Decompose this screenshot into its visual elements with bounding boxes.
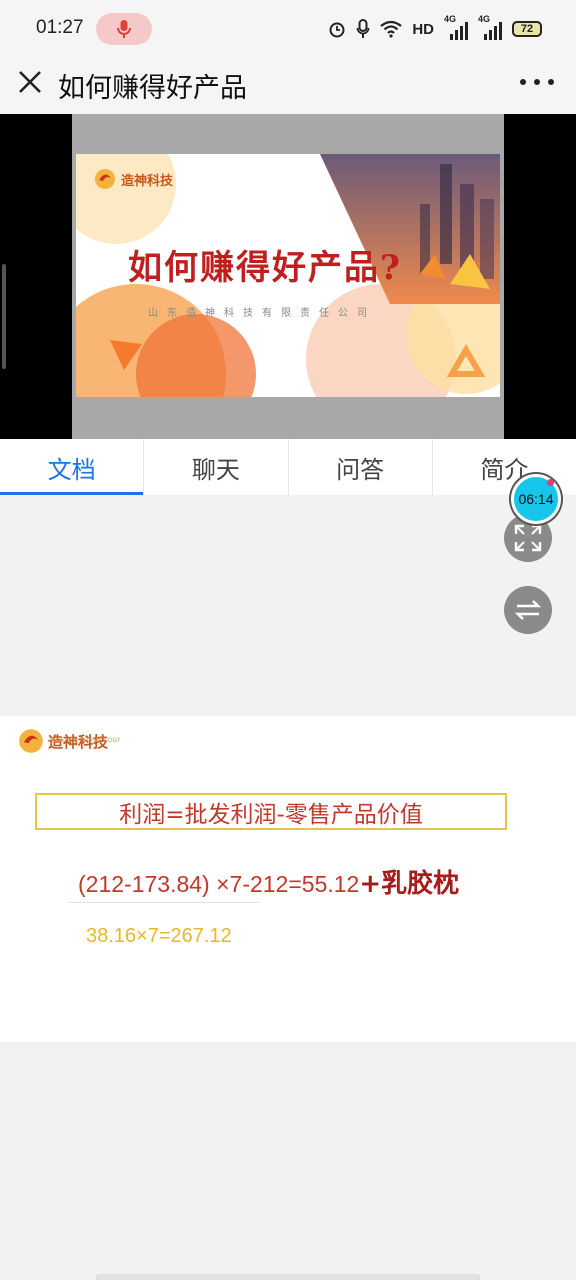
tab-label: 问答 [336, 455, 385, 484]
calculation-bonus: +乳胶枕 [359, 869, 460, 899]
doc-logo-subtext: ZAOSHEN TECHNOLOGY [48, 737, 121, 744]
bottom-strip [96, 1274, 480, 1280]
hd-label: HD [412, 20, 434, 38]
tab-label: 聊天 [191, 455, 240, 484]
slide-logo-text: 造神科技 [121, 173, 174, 189]
close-icon [19, 71, 41, 93]
more-button[interactable] [520, 70, 554, 94]
status-bar: 01:27 HD 4G 4G 72 [0, 0, 576, 56]
slide-heading: 如何赚得好产品? [128, 248, 402, 288]
timer-text: 06:14 [518, 491, 554, 507]
mic-indicator[interactable] [96, 13, 152, 45]
battery-level: 72 [520, 23, 534, 35]
tab-chat[interactable]: 聊天 [144, 439, 289, 495]
status-time: 01:27 [36, 17, 84, 38]
video-slide: 造神科技 如何赚得好产品? 山东造神科技有限责任公司 [76, 154, 500, 397]
document-slide: 造神科技 ZAOSHEN TECHNOLOGY 利润=批发利润-零售产品价值 (… [0, 716, 576, 1042]
company-logo-icon [95, 169, 115, 189]
company-logo-icon [19, 729, 43, 753]
video-frame: 造神科技 如何赚得好产品? 山东造神科技有限责任公司 [72, 114, 504, 439]
wifi-icon [380, 20, 403, 38]
notification-dot [547, 479, 554, 486]
signal-4g-2-icon: 4G [478, 14, 502, 40]
scroll-indicator [2, 264, 6, 369]
decor-triangle [110, 340, 142, 370]
switch-button[interactable] [504, 586, 552, 634]
status-icons: HD 4G 4G 72 [328, 14, 542, 42]
more-dot [548, 79, 554, 85]
more-dot [520, 79, 526, 85]
decor-cube [446, 344, 486, 377]
video-player[interactable]: 造神科技 如何赚得好产品? 山东造神科技有限责任公司 [0, 114, 576, 439]
title-bar: 如何赚得好产品 [0, 56, 576, 114]
more-dot [534, 79, 540, 85]
tab-qa[interactable]: 问答 [289, 439, 433, 495]
formula-box: 利润=批发利润-零售产品价值 [35, 793, 507, 830]
slide-subtitle: 山东造神科技有限责任公司 [148, 308, 376, 319]
swap-arrows-icon [514, 600, 542, 620]
divider [68, 902, 260, 903]
signal-4g-1-icon: 4G [444, 14, 468, 40]
page-title: 如何赚得好产品 [58, 73, 247, 104]
calculation-text: (212-173.84) ×7-212=55.12 [78, 871, 360, 897]
secondary-calculation: 38.16×7=267.12 [86, 925, 232, 947]
tab-label: 文档 [47, 455, 96, 484]
mic-status-icon [356, 19, 370, 38]
tab-document[interactable]: 文档 [0, 439, 145, 495]
calculation-line: (212-173.84) ×7-212=55.12+乳胶枕 [78, 863, 459, 900]
battery-icon: 72 [512, 21, 542, 37]
formula-text: 利润=批发利润-零售产品价值 [119, 801, 423, 828]
microphone-icon [117, 20, 131, 38]
close-button[interactable] [14, 66, 46, 98]
expand-icon [514, 524, 542, 552]
timer-badge[interactable]: 06:14 [511, 474, 561, 524]
slide-logo: 造神科技 [94, 168, 173, 190]
tab-bar: 文档 聊天 问答 简介 [0, 439, 576, 495]
alarm-icon [329, 22, 345, 38]
